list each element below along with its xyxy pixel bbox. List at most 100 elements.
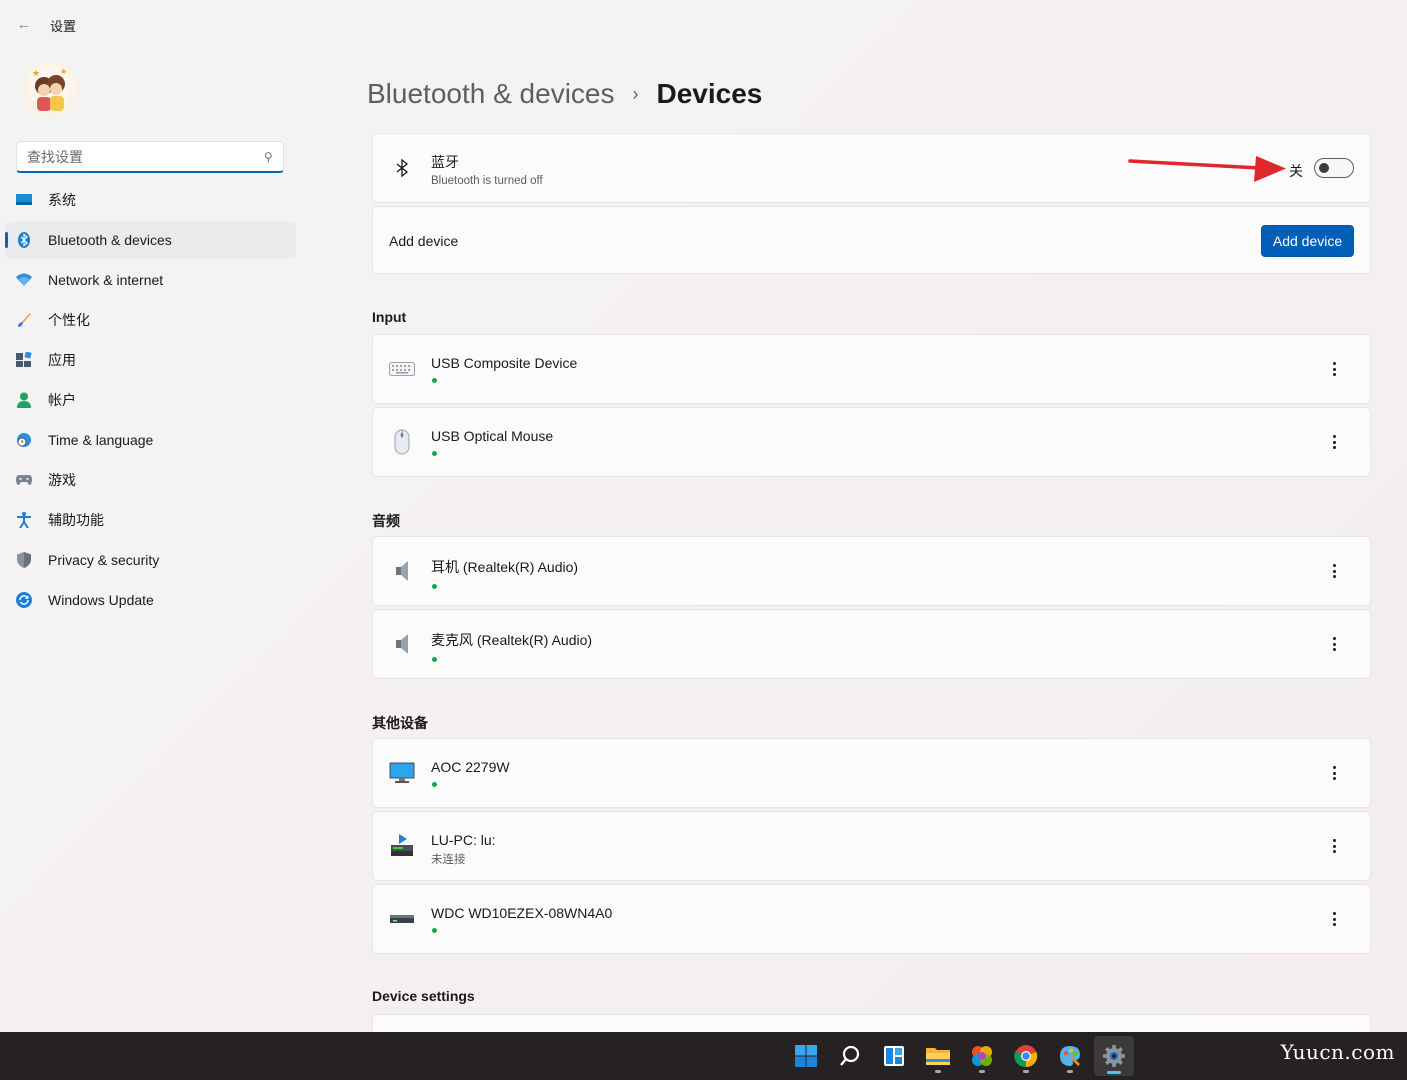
sidebar-item-label: Privacy & security (48, 552, 160, 568)
shield-icon (16, 552, 32, 568)
device-row[interactable]: USB Composite Device (372, 334, 1371, 404)
file-explorer-icon[interactable] (918, 1036, 958, 1076)
more-options-button[interactable] (1326, 834, 1342, 858)
clock-globe-icon (16, 432, 32, 448)
sidebar-item-label: 应用 (48, 352, 76, 368)
connected-status-dot (432, 782, 437, 787)
device-name: AOC 2279W (431, 759, 510, 775)
sidebar-item-accounts[interactable]: 帐户 (5, 382, 296, 418)
connected-status-dot (432, 928, 437, 933)
device-row[interactable]: AOC 2279W (372, 738, 1371, 808)
device-name: USB Composite Device (431, 355, 578, 371)
chrome-icon[interactable] (1006, 1036, 1046, 1076)
settings-search-box[interactable]: ⚲ (16, 141, 284, 173)
sidebar-item-label: Bluetooth & devices (48, 232, 172, 248)
speaker-icon (389, 558, 415, 584)
bluetooth-toggle[interactable] (1314, 158, 1354, 178)
taskbar (0, 1032, 1407, 1080)
gamepad-icon (16, 472, 32, 488)
start-icon[interactable] (786, 1036, 826, 1076)
wifi-icon (16, 272, 32, 288)
speaker-icon (389, 631, 415, 657)
sidebar-item-network[interactable]: Network & internet (5, 262, 296, 298)
settings-icon[interactable] (1094, 1036, 1134, 1076)
breadcrumb-parent[interactable]: Bluetooth & devices (367, 78, 615, 110)
sidebar-item-personalization[interactable]: 个性化 (5, 302, 296, 338)
connected-status-dot (432, 584, 437, 589)
more-options-button[interactable] (1326, 357, 1342, 381)
sidebar-item-label: 游戏 (48, 472, 76, 488)
more-options-button[interactable] (1326, 761, 1342, 785)
section-audio-label: 音频 (372, 513, 400, 529)
red-arrow-annotation (1128, 156, 1286, 182)
connected-status-dot (432, 657, 437, 662)
section-other-devices-label: 其他设备 (372, 715, 428, 731)
sidebar-item-privacy-security[interactable]: Privacy & security (5, 542, 296, 578)
device-name: 耳机 (Realtek(R) Audio) (431, 559, 579, 575)
toggle-knob (1319, 163, 1329, 173)
mouse-icon (389, 429, 415, 455)
sidebar-item-system[interactable]: 系统 (5, 182, 296, 218)
svg-text:★: ★ (32, 68, 40, 78)
device-row[interactable]: 耳机 (Realtek(R) Audio) (372, 536, 1371, 606)
device-name: LU-PC: lu: (431, 832, 496, 848)
add-device-button[interactable]: Add device (1261, 225, 1354, 257)
device-name: USB Optical Mouse (431, 428, 554, 444)
app-title: 设置 (50, 19, 77, 34)
bluetooth-icon (389, 155, 415, 181)
system-icon (16, 192, 32, 208)
bluetooth-toggle-label: 关 (1289, 163, 1303, 179)
sidebar-item-label: 个性化 (48, 312, 90, 328)
sidebar-item-time-language[interactable]: Time & language (5, 422, 296, 458)
sidebar-item-accessibility[interactable]: 辅助功能 (5, 502, 296, 538)
svg-text:★: ★ (60, 67, 67, 76)
paint-icon[interactable] (1050, 1036, 1090, 1076)
more-options-button[interactable] (1326, 907, 1342, 931)
device-name: WDC WD10EZEX-08WN4A0 (431, 905, 613, 921)
sidebar-item-label: 辅助功能 (48, 512, 104, 528)
breadcrumb-chevron-icon: › (632, 83, 639, 104)
drive-icon (389, 906, 415, 932)
back-arrow-icon[interactable]: ← (14, 14, 34, 34)
device-name: 麦克风 (Realtek(R) Audio) (431, 632, 593, 648)
sidebar-nav: 系统 Bluetooth & devices Network & interne… (5, 182, 296, 622)
taskbar-icons (786, 1036, 1134, 1076)
device-row[interactable]: LU-PC: lu: 未连接 (372, 811, 1371, 881)
more-options-button[interactable] (1326, 430, 1342, 454)
section-input-label: Input (372, 309, 407, 325)
search-input[interactable] (27, 148, 265, 165)
sidebar-item-bluetooth-devices[interactable]: Bluetooth & devices (5, 222, 296, 258)
device-row[interactable]: 麦克风 (Realtek(R) Audio) (372, 609, 1371, 679)
sidebar-item-apps[interactable]: 应用 (5, 342, 296, 378)
search-icon[interactable] (830, 1036, 870, 1076)
bluetooth-title: 蓝牙 (431, 154, 459, 170)
sidebar-item-label: 系统 (48, 192, 76, 208)
device-row[interactable]: USB Optical Mouse (372, 407, 1371, 477)
sidebar-item-windows-update[interactable]: Windows Update (5, 582, 296, 618)
section-device-settings-label: Device settings (372, 988, 475, 1004)
sidebar-item-label: Windows Update (48, 592, 154, 608)
connected-status-dot (432, 378, 437, 383)
account-icon (16, 392, 32, 408)
breadcrumb: Bluetooth & devices › Devices (367, 78, 762, 110)
add-device-card: Add device Add device (372, 206, 1371, 274)
bluetooth-status-text: Bluetooth is turned off (431, 175, 543, 187)
monitor-icon (389, 760, 415, 786)
add-device-label: Add device (389, 233, 459, 249)
photos-icon[interactable] (962, 1036, 1002, 1076)
settings-window: ← 设置 ★ ★ ⚲ 系统 Bluetooth & devic (0, 0, 1407, 1044)
sidebar-item-label: 帐户 (48, 392, 76, 408)
keyboard-icon (389, 356, 415, 382)
connected-status-dot (432, 451, 437, 456)
more-options-button[interactable] (1326, 632, 1342, 656)
user-avatar[interactable]: ★ ★ (22, 62, 78, 118)
bluetooth-icon (16, 232, 32, 248)
sidebar-item-gaming[interactable]: 游戏 (5, 462, 296, 498)
device-row[interactable]: WDC WD10EZEX-08WN4A0 (372, 884, 1371, 954)
more-options-button[interactable] (1326, 559, 1342, 583)
sidebar-item-label: Time & language (48, 432, 154, 448)
media-server-icon (389, 833, 415, 859)
device-status-text: 未连接 (431, 854, 466, 866)
widgets-icon[interactable] (874, 1036, 914, 1076)
update-icon (16, 592, 32, 608)
